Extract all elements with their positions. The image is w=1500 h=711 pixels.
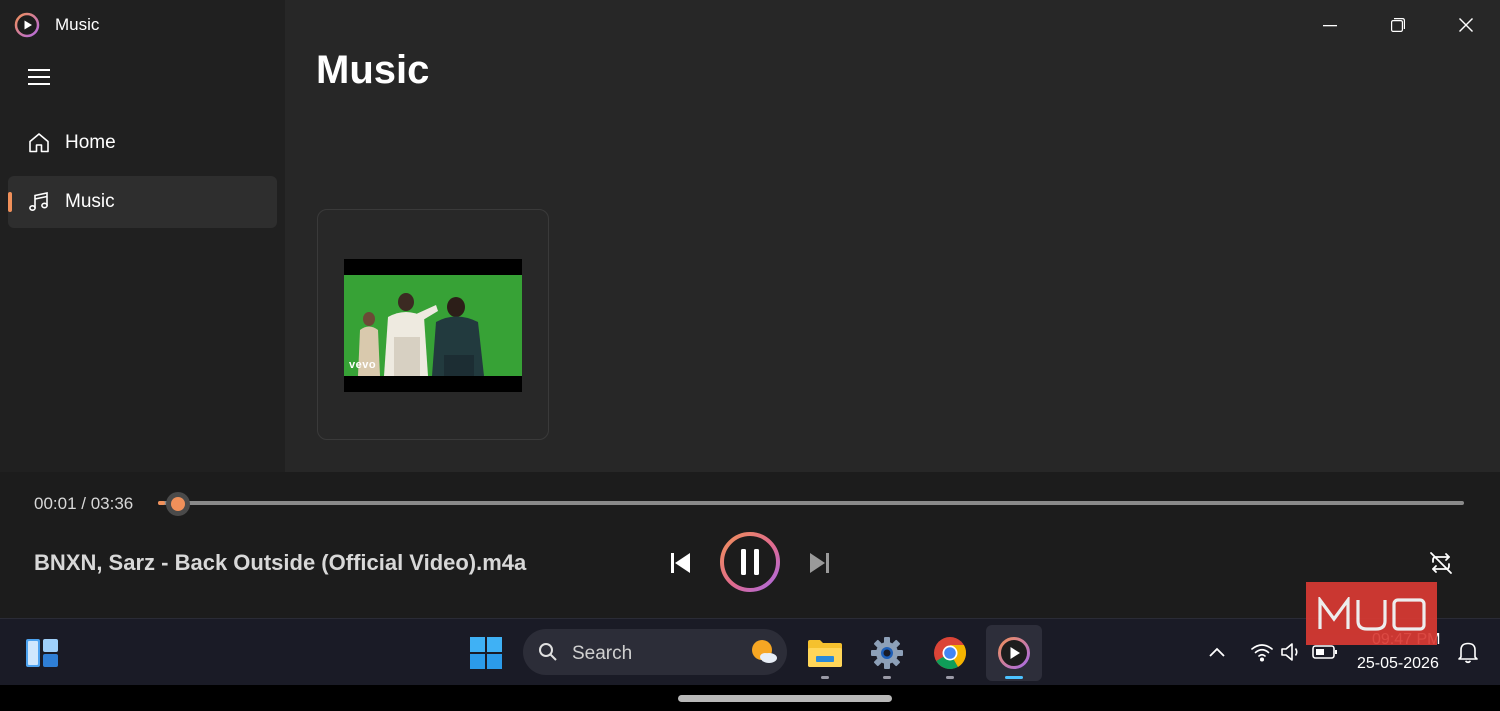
search-box[interactable]: Search xyxy=(523,629,787,675)
sidebar-item-music[interactable]: Music xyxy=(8,176,277,228)
clock-date[interactable]: 25-05-2026 xyxy=(1357,655,1439,673)
vevo-watermark: vevo xyxy=(349,359,377,371)
muo-watermark-logo xyxy=(1306,582,1437,645)
file-explorer-icon[interactable] xyxy=(797,625,853,681)
track-title: BNXN, Sarz - Back Outside (Official Vide… xyxy=(34,550,527,575)
app-logo-icon xyxy=(14,12,40,38)
home-indicator[interactable] xyxy=(678,695,892,702)
repeat-off-icon[interactable] xyxy=(1426,548,1456,578)
app-title: Music xyxy=(55,15,100,34)
previous-icon[interactable] xyxy=(664,546,696,580)
next-icon[interactable] xyxy=(804,546,836,580)
taskbar: Search 25-05-2026 xyxy=(0,618,1500,685)
album-thumbnail[interactable]: vevo xyxy=(344,259,522,392)
progress-thumb[interactable] xyxy=(166,492,190,516)
running-indicator xyxy=(883,676,891,679)
sidebar-item-label: Music xyxy=(65,191,115,212)
active-indicator xyxy=(8,192,12,212)
chrome-icon[interactable] xyxy=(922,625,978,681)
volume-icon[interactable] xyxy=(1279,639,1305,665)
home-icon xyxy=(26,130,52,156)
windows-start-icon[interactable] xyxy=(458,625,514,681)
chevron-up-icon[interactable] xyxy=(1204,639,1230,665)
notification-bell-icon[interactable] xyxy=(1455,639,1481,665)
page-title: Music xyxy=(316,48,430,92)
maximize-icon[interactable] xyxy=(1364,0,1432,50)
time-display: 00:01 / 03:36 xyxy=(34,494,134,513)
sidebar-item-label: Home xyxy=(65,132,116,153)
close-icon[interactable] xyxy=(1432,0,1500,50)
player-bar: 00:01 / 03:36 BNXN, Sarz - Back Outside … xyxy=(0,472,1500,618)
hamburger-icon[interactable] xyxy=(22,62,56,92)
widgets-icon[interactable] xyxy=(14,625,70,681)
running-indicator xyxy=(821,676,829,679)
pause-icon[interactable] xyxy=(719,531,781,593)
wifi-icon[interactable] xyxy=(1249,639,1275,665)
sidebar: Music Home Music xyxy=(0,0,285,472)
music-note-icon xyxy=(26,189,52,215)
settings-icon[interactable] xyxy=(859,625,915,681)
music-player-icon[interactable] xyxy=(986,625,1042,681)
album-card[interactable]: vevo xyxy=(317,209,549,440)
running-indicator xyxy=(1005,676,1023,679)
search-icon xyxy=(538,642,558,667)
progress-track[interactable] xyxy=(158,501,1464,505)
weather-icon[interactable] xyxy=(749,638,779,671)
album-art-image: vevo xyxy=(344,275,522,376)
bottom-strip xyxy=(0,685,1500,711)
window-controls xyxy=(1296,0,1500,50)
running-indicator xyxy=(946,676,954,679)
search-placeholder: Search xyxy=(572,643,633,664)
progress-fill xyxy=(158,501,165,505)
minimize-icon[interactable] xyxy=(1296,0,1364,50)
sidebar-item-home[interactable]: Home xyxy=(8,117,277,169)
